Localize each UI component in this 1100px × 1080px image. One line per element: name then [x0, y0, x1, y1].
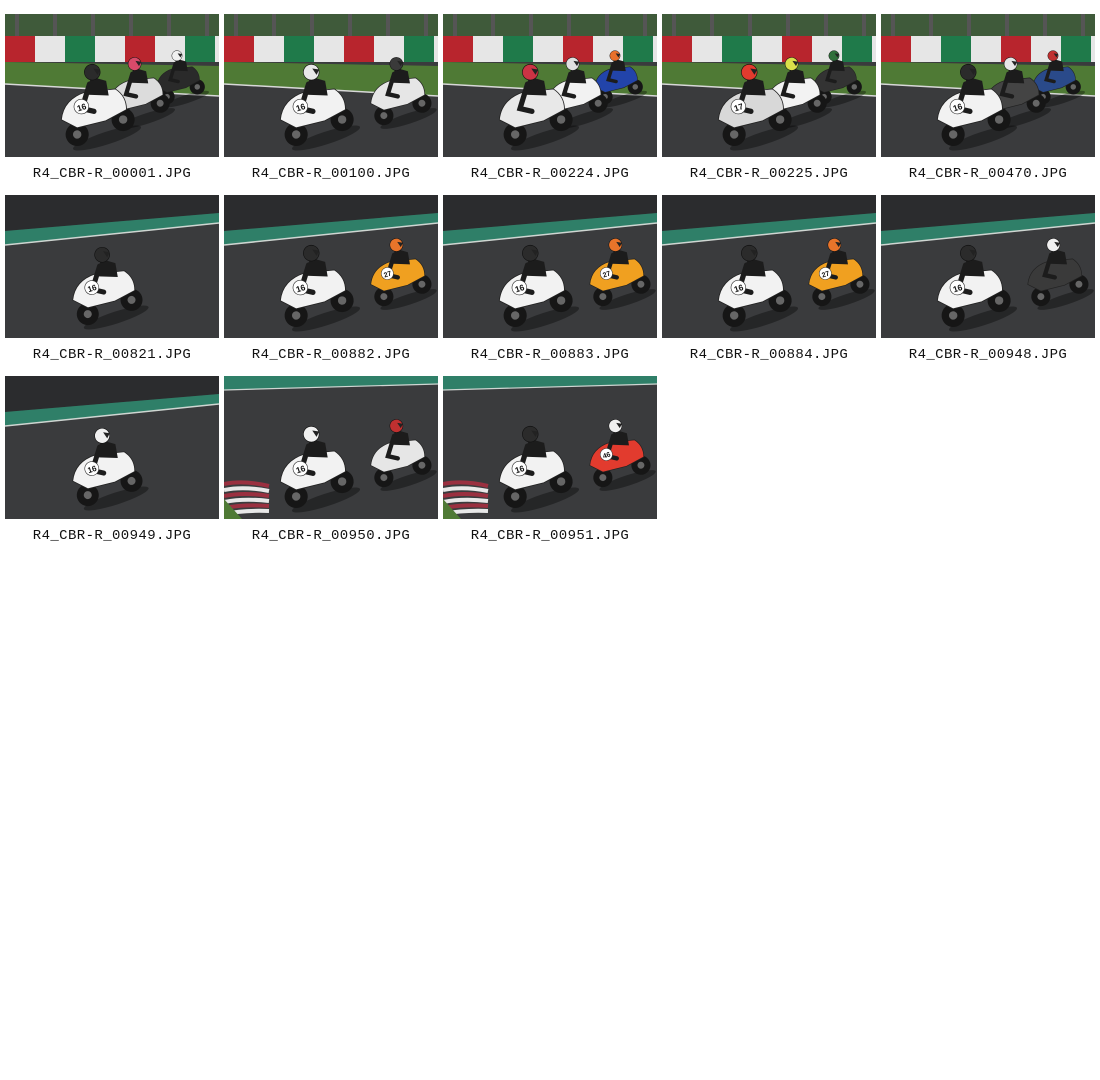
photo-filename[interactable]: R4_CBR-R_00821.JPG — [5, 347, 219, 363]
photo-thumbnail[interactable]: 16 — [881, 14, 1095, 157]
photo-filename[interactable]: R4_CBR-R_00948.JPG — [881, 347, 1095, 363]
photo-thumbnail-icon: 16 — [224, 14, 438, 157]
photo-thumbnail-icon: 16 — [5, 14, 219, 157]
photo-filename[interactable]: R4_CBR-R_00884.JPG — [662, 347, 876, 363]
gallery-item[interactable]: 27 16 R4_CBR-R_00882.JPG — [224, 195, 438, 376]
gallery-item[interactable]: 17 R4_CBR-R_00225.JPG — [662, 14, 876, 195]
gallery-item[interactable]: R4_CBR-R_00224.JPG — [443, 14, 657, 195]
photo-thumbnail[interactable]: 16 — [224, 376, 438, 519]
photo-thumbnail-icon: 16 — [5, 195, 219, 338]
gallery-item[interactable]: 16 R4_CBR-R_00948.JPG — [881, 195, 1095, 376]
gallery-item[interactable]: 27 16 R4_CBR-R_00883.JPG — [443, 195, 657, 376]
photo-thumbnail-icon — [443, 14, 657, 157]
photo-thumbnail-icon: 2716 — [224, 195, 438, 338]
gallery-item[interactable]: 16 R4_CBR-R_00470.JPG — [881, 14, 1095, 195]
gallery-item[interactable]: 16 R4_CBR-R_00100.JPG — [224, 14, 438, 195]
photo-thumbnail[interactable]: 46 16 — [443, 376, 657, 519]
photo-filename[interactable]: R4_CBR-R_00883.JPG — [443, 347, 657, 363]
photo-filename[interactable]: R4_CBR-R_00100.JPG — [224, 166, 438, 182]
photo-thumbnail-icon: 16 — [881, 195, 1095, 338]
photo-thumbnail[interactable]: 16 — [881, 195, 1095, 338]
photo-thumbnail[interactable]: 17 — [662, 14, 876, 157]
photo-thumbnail[interactable]: 16 — [5, 14, 219, 157]
photo-thumbnail-icon: 4616 — [443, 376, 657, 519]
photo-thumbnail[interactable]: 27 16 — [443, 195, 657, 338]
photo-thumbnail-icon: 16 — [881, 14, 1095, 157]
photo-thumbnail[interactable]: 16 — [5, 376, 219, 519]
photo-thumbnail-icon: 16 — [224, 376, 438, 519]
photo-thumbnail-icon: 2716 — [443, 195, 657, 338]
photo-thumbnail-icon: 16 — [5, 376, 219, 519]
photo-thumbnail[interactable]: 27 16 — [224, 195, 438, 338]
photo-thumbnail[interactable]: 16 — [5, 195, 219, 338]
gallery-item[interactable]: 16 R4_CBR-R_00001.JPG — [5, 14, 219, 195]
photo-filename[interactable]: R4_CBR-R_00225.JPG — [662, 166, 876, 182]
photo-thumbnail[interactable] — [443, 14, 657, 157]
photo-thumbnail[interactable]: 16 — [224, 14, 438, 157]
photo-filename[interactable]: R4_CBR-R_00949.JPG — [5, 528, 219, 544]
gallery-item[interactable]: 16 R4_CBR-R_00949.JPG — [5, 376, 219, 557]
photo-filename[interactable]: R4_CBR-R_00224.JPG — [443, 166, 657, 182]
gallery-item[interactable]: 16 R4_CBR-R_00821.JPG — [5, 195, 219, 376]
photo-filename[interactable]: R4_CBR-R_00951.JPG — [443, 528, 657, 544]
photo-thumbnail-icon: 2716 — [662, 195, 876, 338]
photo-filename[interactable]: R4_CBR-R_00882.JPG — [224, 347, 438, 363]
gallery-item[interactable]: 27 16 R4_CBR-R_00884.JPG — [662, 195, 876, 376]
photo-thumbnail[interactable]: 27 16 — [662, 195, 876, 338]
gallery-item[interactable]: 16 R4_CBR-R_00950.JPG — [224, 376, 438, 557]
photo-filename[interactable]: R4_CBR-R_00001.JPG — [5, 166, 219, 182]
gallery-item[interactable]: 46 16 R4_CBR-R_00951.JPG — [443, 376, 657, 557]
photo-thumbnail-icon: 17 — [662, 14, 876, 157]
photo-filename[interactable]: R4_CBR-R_00470.JPG — [881, 166, 1095, 182]
photo-filename[interactable]: R4_CBR-R_00950.JPG — [224, 528, 438, 544]
